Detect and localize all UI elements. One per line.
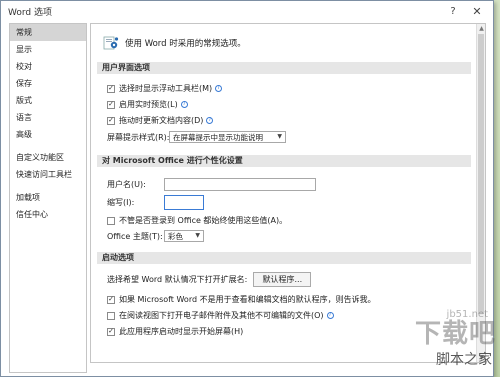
option-tell-me-default[interactable]: ✓ 如果 Microsoft Word 不是用于查看和编辑文档的默认程序，则告诉… — [107, 294, 376, 305]
tell-me-default-checkbox[interactable]: ✓ — [107, 295, 115, 304]
option-always-use[interactable]: 不管是否登录到 Office 都始终使用这些值(A)。 — [107, 215, 287, 226]
office-theme-select[interactable]: 彩色 ▼ — [164, 230, 204, 242]
option-office-theme: Office 主题(T): 彩色 ▼ — [107, 230, 204, 242]
page-title: 使用 Word 时采用的常规选项。 — [125, 39, 246, 49]
screentip-style-select[interactable]: 在屏幕提示中显示功能说明 ▼ — [169, 131, 286, 143]
screentip-style-label: 屏幕提示样式(R): — [107, 132, 170, 142]
sidebar-item-add-ins[interactable]: 加载项 — [10, 189, 86, 206]
office-theme-value: 彩色 — [168, 231, 183, 241]
username-input[interactable] — [164, 178, 316, 191]
option-default-programs: 选择希望 Word 默认情况下打开扩展名: 默认程序... — [107, 272, 312, 287]
settings-icon — [103, 36, 119, 50]
info-icon[interactable]: i — [215, 85, 223, 92]
always-use-checkbox[interactable] — [107, 216, 115, 225]
always-use-label: 不管是否登录到 Office 都始终使用这些值(A)。 — [119, 216, 288, 225]
mini-toolbar-checkbox[interactable]: ✓ — [107, 84, 115, 93]
option-screentip-style: 屏幕提示样式(R): 在屏幕提示中显示功能说明 ▼ — [107, 131, 286, 143]
scroll-up-icon[interactable]: ▲ — [478, 25, 485, 32]
option-reading-view[interactable]: 在阅读视图下打开电子邮件附件及其他不可编辑的文件(O) i — [107, 310, 334, 321]
default-programs-label: 选择希望 Word 默认情况下打开扩展名: — [107, 275, 248, 284]
office-theme-label: Office 主题(T): — [107, 231, 163, 241]
sidebar-item-general[interactable]: 常规 — [10, 24, 86, 41]
watermark-site-name: 脚本之家 — [436, 352, 492, 368]
sidebar-item-customize-ribbon[interactable]: 自定义功能区 — [10, 149, 86, 166]
options-sidebar: 常规 显示 校对 保存 版式 语言 高级 自定义功能区 快速访问工具栏 加载项 … — [9, 23, 87, 373]
initials-input[interactable] — [164, 195, 204, 210]
tell-me-default-label: 如果 Microsoft Word 不是用于查看和编辑文档的默认程序，则告诉我。 — [119, 295, 376, 304]
section-personalize: 对 Microsoft Office 进行个性化设置 — [97, 155, 471, 167]
option-initials: 缩写(I): — [107, 195, 204, 210]
section-ui-options: 用户界面选项 — [97, 62, 471, 74]
sidebar-item-language[interactable]: 语言 — [10, 109, 86, 126]
title-bar: Word 选项 ? ✕ — [1, 1, 493, 21]
reading-view-checkbox[interactable] — [107, 311, 115, 320]
scrollbar-thumb[interactable] — [478, 34, 484, 314]
update-on-drag-label: 拖动时更新文档内容(D) — [119, 116, 204, 125]
option-live-preview[interactable]: ✓ 启用实时预览(L) i — [107, 99, 188, 110]
info-icon[interactable]: i — [180, 101, 188, 108]
option-username: 用户名(U): — [107, 178, 316, 191]
username-label: 用户名(U): — [107, 180, 146, 189]
info-icon[interactable]: i — [206, 117, 214, 124]
option-start-screen[interactable]: ✓ 此应用程序启动时显示开始屏幕(H) — [107, 326, 243, 337]
chevron-down-icon: ▼ — [195, 232, 200, 239]
sidebar-item-trust-center[interactable]: 信任中心 — [10, 206, 86, 223]
start-screen-label: 此应用程序启动时显示开始屏幕(H) — [119, 327, 244, 336]
update-on-drag-checkbox[interactable]: ✓ — [107, 116, 115, 125]
sidebar-item-quick-access-toolbar[interactable]: 快速访问工具栏 — [10, 166, 86, 183]
initials-label: 缩写(I): — [107, 198, 135, 207]
default-programs-button[interactable]: 默认程序... — [253, 272, 312, 287]
options-content-pane: 使用 Word 时采用的常规选项。 用户界面选项 ✓ 选择时显示浮动工具栏(M)… — [90, 23, 486, 363]
screentip-style-value: 在屏幕提示中显示功能说明 — [173, 132, 263, 142]
page-header: 使用 Word 时采用的常规选项。 — [103, 35, 246, 51]
start-screen-checkbox[interactable]: ✓ — [107, 327, 115, 336]
sidebar-item-advanced[interactable]: 高级 — [10, 126, 86, 143]
option-mini-toolbar[interactable]: ✓ 选择时显示浮动工具栏(M) i — [107, 83, 223, 94]
mini-toolbar-label: 选择时显示浮动工具栏(M) — [119, 84, 213, 93]
info-icon[interactable]: i — [326, 312, 334, 319]
chevron-down-icon: ▼ — [277, 133, 282, 140]
watermark-logo: 下载吧 — [414, 319, 496, 349]
live-preview-label: 启用实时预览(L) — [119, 100, 178, 109]
help-button[interactable]: ? — [445, 3, 461, 19]
sidebar-item-save[interactable]: 保存 — [10, 75, 86, 92]
close-button[interactable]: ✕ — [469, 3, 485, 19]
reading-view-label: 在阅读视图下打开电子邮件附件及其他不可编辑的文件(O) — [119, 311, 324, 320]
sidebar-item-typography[interactable]: 版式 — [10, 92, 86, 109]
sidebar-item-proofing[interactable]: 校对 — [10, 58, 86, 75]
option-update-on-drag[interactable]: ✓ 拖动时更新文档内容(D) i — [107, 115, 214, 126]
window-title: Word 选项 — [8, 7, 52, 18]
live-preview-checkbox[interactable]: ✓ — [107, 100, 115, 109]
sidebar-item-display[interactable]: 显示 — [10, 41, 86, 58]
section-startup: 启动选项 — [97, 252, 471, 264]
